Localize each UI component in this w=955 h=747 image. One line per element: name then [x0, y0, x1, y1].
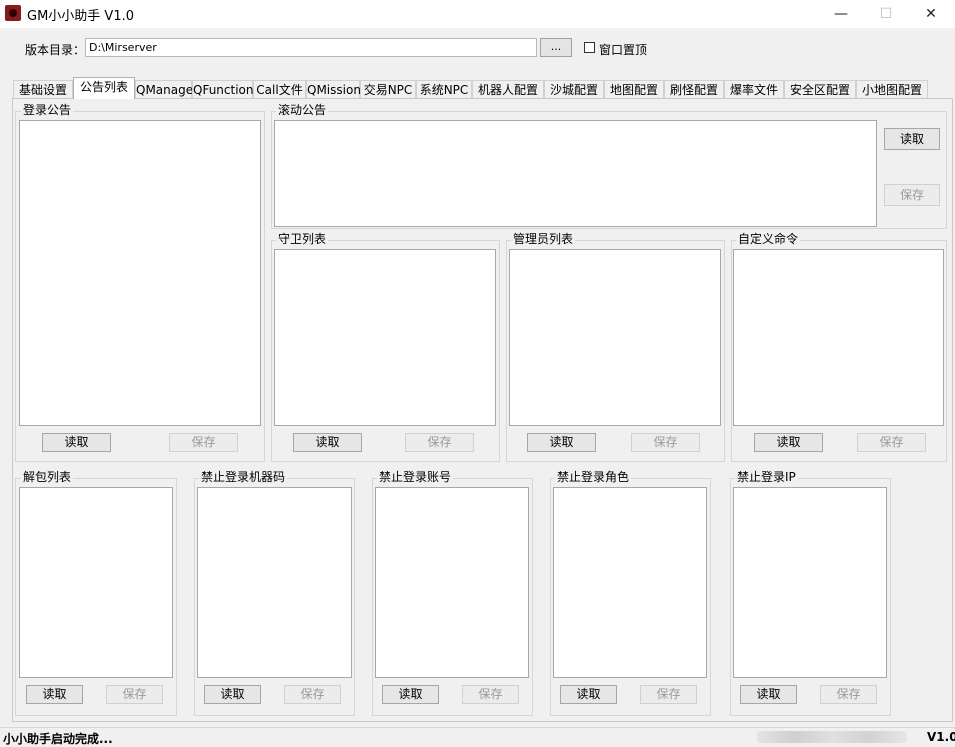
ban-account-read-button[interactable]: 读取 — [382, 685, 439, 704]
tab-qmission[interactable]: QMission — [306, 80, 361, 98]
status-message: 小小助手启动完成... — [3, 732, 113, 746]
close-button[interactable]: ✕ — [908, 0, 954, 28]
tab-notice-list[interactable]: 公告列表 — [73, 77, 135, 99]
tab-castle-config[interactable]: 沙城配置 — [544, 80, 604, 98]
ban-machine-title: 禁止登录机器码 — [199, 470, 288, 484]
ban-role-title: 禁止登录角色 — [555, 470, 632, 484]
ban-ip-title: 禁止登录IP — [735, 470, 798, 484]
dir-label: 版本目录： — [25, 43, 86, 57]
unpack-list-title: 解包列表 — [21, 470, 74, 484]
custom-command-save-button[interactable]: 保存 — [857, 433, 926, 452]
tab-qmanage[interactable]: QManage — [135, 80, 193, 98]
window-title: GM小小助手 V1.0 — [27, 9, 134, 24]
admin-list-save-button[interactable]: 保存 — [631, 433, 700, 452]
unpack-list-textarea[interactable] — [19, 487, 173, 678]
unpack-list-read-button[interactable]: 读取 — [26, 685, 83, 704]
ban-ip-read-button[interactable]: 读取 — [740, 685, 797, 704]
ban-account-save-button[interactable]: 保存 — [462, 685, 519, 704]
admin-list-title: 管理员列表 — [511, 232, 576, 246]
tab-qfunction[interactable]: QFunction — [192, 80, 254, 98]
tab-monster-config[interactable]: 刷怪配置 — [664, 80, 724, 98]
login-notice-read-button[interactable]: 读取 — [42, 433, 111, 452]
custom-command-title: 自定义命令 — [736, 232, 801, 246]
scroll-notice-save-button[interactable]: 保存 — [884, 184, 940, 206]
ban-role-save-button[interactable]: 保存 — [640, 685, 697, 704]
title-bar — [0, 0, 955, 28]
guard-list-save-button[interactable]: 保存 — [405, 433, 474, 452]
ban-machine-read-button[interactable]: 读取 — [204, 685, 261, 704]
tab-call-file[interactable]: Call文件 — [253, 80, 306, 98]
login-notice-textarea[interactable] — [19, 120, 261, 426]
guard-list-read-button[interactable]: 读取 — [293, 433, 362, 452]
ban-ip-textarea[interactable] — [733, 487, 887, 678]
tab-basic-settings[interactable]: 基础设置 — [13, 80, 73, 98]
login-notice-title: 登录公告 — [21, 103, 74, 117]
topmost-label: 窗口置顶 — [599, 43, 648, 57]
scroll-notice-read-button[interactable]: 读取 — [884, 128, 940, 150]
status-version: V1.0 — [927, 730, 955, 744]
browse-button[interactable]: ... — [540, 38, 572, 57]
maximize-button[interactable]: ☐ — [863, 0, 909, 28]
dir-input[interactable]: D:\Mirserver — [85, 38, 537, 57]
scroll-notice-title: 滚动公告 — [276, 103, 329, 117]
admin-list-textarea[interactable] — [509, 249, 721, 426]
ban-machine-textarea[interactable] — [197, 487, 352, 678]
ban-account-title: 禁止登录账号 — [377, 470, 454, 484]
ban-role-textarea[interactable] — [553, 487, 707, 678]
tab-system-npc[interactable]: 系统NPC — [416, 80, 472, 98]
custom-command-read-button[interactable]: 读取 — [754, 433, 823, 452]
ban-account-textarea[interactable] — [375, 487, 529, 678]
minimize-button[interactable]: — — [818, 0, 864, 28]
tab-robot-config[interactable]: 机器人配置 — [472, 80, 544, 98]
status-redacted-area — [757, 731, 907, 743]
guard-list-title: 守卫列表 — [276, 232, 329, 246]
guard-list-textarea[interactable] — [274, 249, 496, 426]
unpack-list-save-button[interactable]: 保存 — [106, 685, 163, 704]
ban-machine-save-button[interactable]: 保存 — [284, 685, 341, 704]
tab-trade-npc[interactable]: 交易NPC — [360, 80, 416, 98]
tab-safezone-config[interactable]: 安全区配置 — [784, 80, 856, 98]
custom-command-textarea[interactable] — [733, 249, 944, 426]
ban-role-read-button[interactable]: 读取 — [560, 685, 617, 704]
tab-map-config[interactable]: 地图配置 — [604, 80, 664, 98]
login-notice-save-button[interactable]: 保存 — [169, 433, 238, 452]
app-logo-icon — [5, 5, 21, 21]
tab-drop-file[interactable]: 爆率文件 — [724, 80, 784, 98]
admin-list-read-button[interactable]: 读取 — [527, 433, 596, 452]
topmost-checkbox[interactable] — [584, 42, 595, 53]
ban-ip-save-button[interactable]: 保存 — [820, 685, 877, 704]
scroll-notice-textarea[interactable] — [274, 120, 877, 227]
tab-minimap-config[interactable]: 小地图配置 — [856, 80, 928, 98]
